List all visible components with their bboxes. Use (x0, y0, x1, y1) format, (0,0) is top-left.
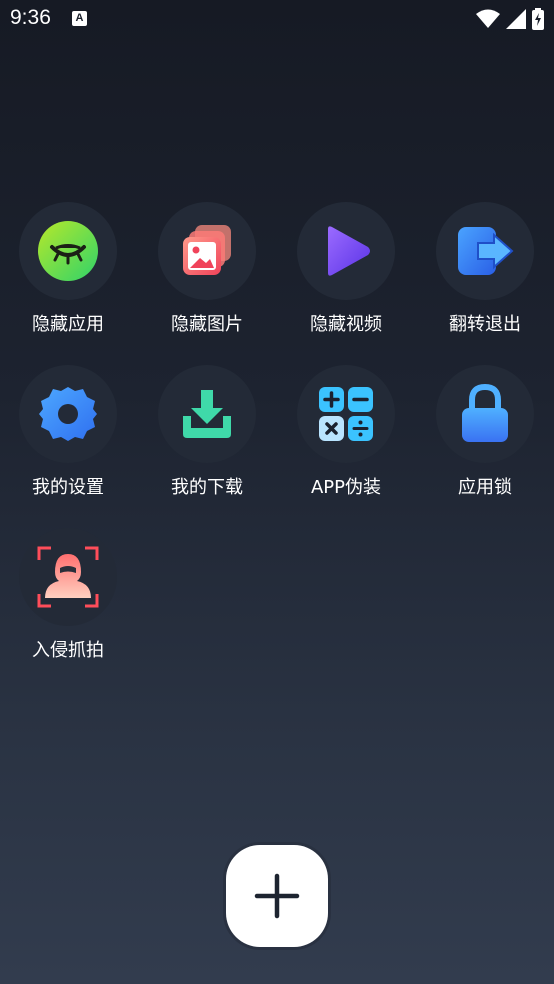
tile-hide-apps[interactable]: 隐藏应用 (8, 202, 128, 352)
wifi-icon (476, 9, 500, 28)
play-icon (328, 226, 370, 276)
tile-icon-circle (436, 202, 534, 300)
tile-icon-circle (297, 202, 395, 300)
status-icons (476, 8, 544, 30)
tile-label: 隐藏视频 (310, 314, 382, 335)
tile-label: 我的设置 (32, 477, 104, 498)
calculator-icon (319, 387, 373, 441)
download-icon (183, 390, 231, 438)
intruder-icon (37, 546, 99, 608)
tile-label: 应用锁 (458, 477, 512, 498)
tile-icon-circle (158, 365, 256, 463)
tile-flip-exit[interactable]: 翻转退出 (425, 202, 545, 352)
eye-closed-icon (38, 221, 98, 281)
tile-app-disguise[interactable]: APP伪装 (286, 365, 406, 515)
tile-my-settings[interactable]: 我的设置 (8, 365, 128, 515)
tile-hide-videos[interactable]: 隐藏视频 (286, 202, 406, 352)
signal-icon (506, 9, 526, 29)
tile-app-lock[interactable]: 应用锁 (425, 365, 545, 515)
tile-icon-circle (436, 365, 534, 463)
tile-icon-circle (19, 528, 117, 626)
tile-icon-circle (19, 365, 117, 463)
tile-label: 隐藏应用 (32, 314, 104, 335)
tile-my-downloads[interactable]: 我的下载 (147, 365, 267, 515)
tile-icon-circle (158, 202, 256, 300)
tile-label: APP伪装 (310, 477, 382, 498)
exit-icon (458, 227, 514, 275)
tile-label: 入侵抓拍 (32, 640, 104, 661)
lock-icon (462, 384, 508, 442)
tile-hide-photos[interactable]: 隐藏图片 (147, 202, 267, 352)
tile-icon-circle (19, 202, 117, 300)
battery-icon (532, 8, 544, 30)
status-time: 9:36 (10, 6, 51, 29)
notification-icon: A (72, 11, 87, 26)
add-button[interactable] (226, 845, 328, 947)
tile-intruder-capture[interactable]: 入侵抓拍 (8, 528, 128, 678)
tile-label: 隐藏图片 (171, 314, 243, 335)
gallery-icon (183, 225, 231, 275)
tile-label: 我的下载 (171, 477, 243, 498)
plus-icon (254, 873, 300, 919)
tile-icon-circle (297, 365, 395, 463)
tile-label: 翻转退出 (449, 314, 521, 335)
status-bar: 9:36 A (0, 0, 554, 38)
gear-icon (39, 387, 97, 441)
